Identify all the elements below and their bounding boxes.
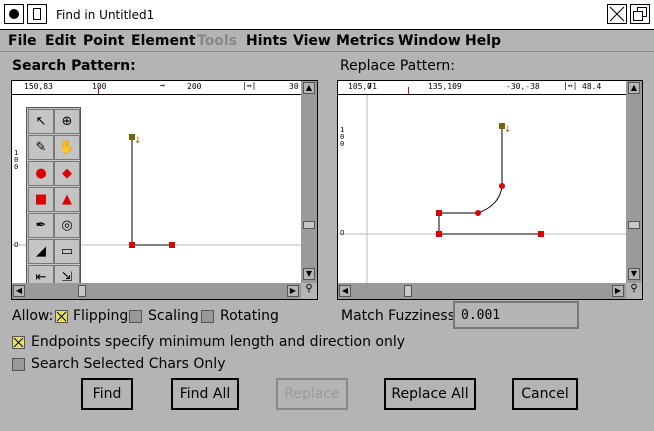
ruler-tick: 100 [92, 82, 107, 91]
replace-glyph: ↓ [338, 95, 626, 283]
find-all-button[interactable]: Find All [171, 378, 239, 410]
pen-tool-icon[interactable]: ✒ [28, 213, 54, 238]
search-pattern-label: Search Pattern: [12, 58, 136, 74]
scroll-up-icon[interactable]: ▲ [303, 82, 315, 94]
scroll-down-icon[interactable]: ▼ [628, 268, 640, 280]
menu-element[interactable]: Element [131, 33, 196, 49]
scroll-thumb[interactable] [404, 285, 412, 297]
rotate-tool-icon[interactable]: ⇲ [54, 265, 80, 285]
search-vscrollbar[interactable]: ▲ ▼ [301, 81, 317, 283]
vruler-zero: 0 [340, 229, 345, 237]
magnify-corner-icon[interactable]: ⚲ [626, 283, 642, 299]
close-icon[interactable] [4, 4, 24, 24]
menu-tools: Tools [197, 33, 238, 49]
replace-delta: -30,-38 [506, 82, 540, 91]
menu-metrics[interactable]: Metrics [336, 33, 394, 49]
replace-vscrollbar[interactable]: ▲ ▼ [626, 81, 642, 283]
replace-vruler: 100 [340, 126, 345, 148]
scroll-left-icon[interactable]: ◀ [339, 285, 351, 297]
svg-text:↓: ↓ [134, 136, 142, 146]
menu-edit[interactable]: Edit [45, 33, 76, 49]
vruler-zero: 0 [14, 241, 19, 249]
ruler-tick: 30 [289, 82, 299, 91]
replace-pos2: 135,109 [428, 82, 462, 91]
ruler-tool-icon[interactable]: ▭ [54, 239, 80, 264]
flipping-label: Flipping [73, 308, 129, 324]
scroll-left-icon[interactable]: ◀ [13, 285, 25, 297]
window-menu-icon[interactable] [27, 4, 47, 24]
replace-cursor-pos: 105,71 [348, 82, 377, 91]
measure-icon: ⊸ [160, 81, 165, 90]
svg-text:↓: ↓ [504, 125, 512, 135]
ruler-tick: 0 [367, 82, 372, 91]
selected-chars-checkbox[interactable] [12, 358, 25, 371]
rotating-label: Rotating [220, 308, 279, 324]
minimize-icon[interactable] [607, 4, 627, 24]
menu-hints[interactable]: Hints [246, 33, 288, 49]
fuzziness-input[interactable]: 0.001 [453, 301, 579, 329]
scaling-checkbox[interactable] [129, 310, 142, 323]
flipping-checkbox[interactable] [55, 310, 68, 323]
corner-point-icon[interactable]: ■ [28, 187, 54, 212]
knife-tool-icon[interactable]: ◢ [28, 239, 54, 264]
replace-dist: 48.4 [582, 82, 602, 91]
search-hruler: 150,83 100 200 30 ⊸ |↔| [12, 81, 301, 95]
fuzziness-label: Match Fuzziness: [341, 308, 460, 324]
replace-canvas[interactable]: ↓ 100 0 [338, 95, 626, 283]
spiro-tool-icon[interactable]: ◎ [54, 213, 80, 238]
scroll-thumb[interactable] [303, 221, 315, 229]
endpoints-checkbox[interactable] [12, 336, 25, 349]
menu-view[interactable]: View [293, 33, 331, 49]
tangent-point-icon[interactable]: ▲ [54, 187, 80, 212]
rotating-checkbox[interactable] [201, 310, 214, 323]
endpoints-label: Endpoints specify minimum length and dir… [31, 334, 406, 350]
replace-pattern-label: Replace Pattern: [340, 58, 455, 74]
search-pattern-panel: 150,83 100 200 30 ⊸ |↔| ↓ 100 0 ↖ ⊕ ✎ ✋ … [11, 80, 318, 300]
scroll-down-icon[interactable]: ▼ [303, 268, 315, 280]
title-bar: Find in Untitled1 [0, 0, 654, 30]
selected-chars-label: Search Selected Chars Only [31, 356, 226, 372]
scroll-right-icon[interactable]: ▶ [287, 285, 299, 297]
freehand-tool-icon[interactable]: ✎ [28, 135, 54, 160]
search-cursor-pos: 150,83 [24, 82, 53, 91]
magnify-tool-icon[interactable]: ⊕ [54, 109, 80, 134]
replace-pattern-panel: 105,71 0 135,109 -30,-38 48.4 |↔| ↓ 100 … [337, 80, 643, 300]
menu-point[interactable]: Point [83, 33, 124, 49]
hvcurve-point-icon[interactable]: ◆ [54, 161, 80, 186]
find-button[interactable]: Find [81, 378, 133, 410]
cancel-button[interactable]: Cancel [512, 378, 578, 410]
maximize-icon[interactable] [630, 4, 650, 24]
curve-point-icon[interactable]: ● [28, 161, 54, 186]
replace-button: Replace [276, 378, 348, 410]
toolbox: ↖ ⊕ ✎ ✋ ● ◆ ■ ▲ ✒ ◎ ◢ ▭ ⇤ ⇲ [26, 107, 81, 285]
menu-bar: File Edit Point Element Tools Hints View… [0, 30, 654, 52]
arrows-icon: |↔| [242, 81, 257, 90]
search-hscrollbar[interactable]: ◀ ▶ [12, 283, 301, 299]
scaling-label: Scaling [148, 308, 199, 324]
pointer-tool-icon[interactable]: ↖ [28, 109, 54, 134]
replace-hruler: 105,71 0 135,109 -30,-38 48.4 |↔| [338, 81, 626, 95]
magnify-corner-icon[interactable]: ⚲ [301, 283, 317, 299]
replace-all-button[interactable]: Replace All [384, 378, 476, 410]
hand-tool-icon[interactable]: ✋ [54, 135, 80, 160]
menu-file[interactable]: File [8, 33, 37, 49]
window-title: Find in Untitled1 [56, 8, 155, 22]
scroll-up-icon[interactable]: ▲ [628, 82, 640, 94]
scroll-thumb[interactable] [628, 221, 640, 229]
arrows-icon: |↔| [563, 81, 578, 90]
scroll-thumb[interactable] [78, 285, 86, 297]
menu-window[interactable]: Window [398, 33, 461, 49]
scale-tool-icon[interactable]: ⇤ [28, 265, 54, 285]
search-vruler: 100 [14, 149, 19, 171]
allow-label: Allow: [12, 308, 54, 324]
replace-hscrollbar[interactable]: ◀ ▶ [338, 283, 626, 299]
ruler-tick: 200 [187, 82, 202, 91]
scroll-right-icon[interactable]: ▶ [612, 285, 624, 297]
menu-help[interactable]: Help [465, 33, 501, 49]
